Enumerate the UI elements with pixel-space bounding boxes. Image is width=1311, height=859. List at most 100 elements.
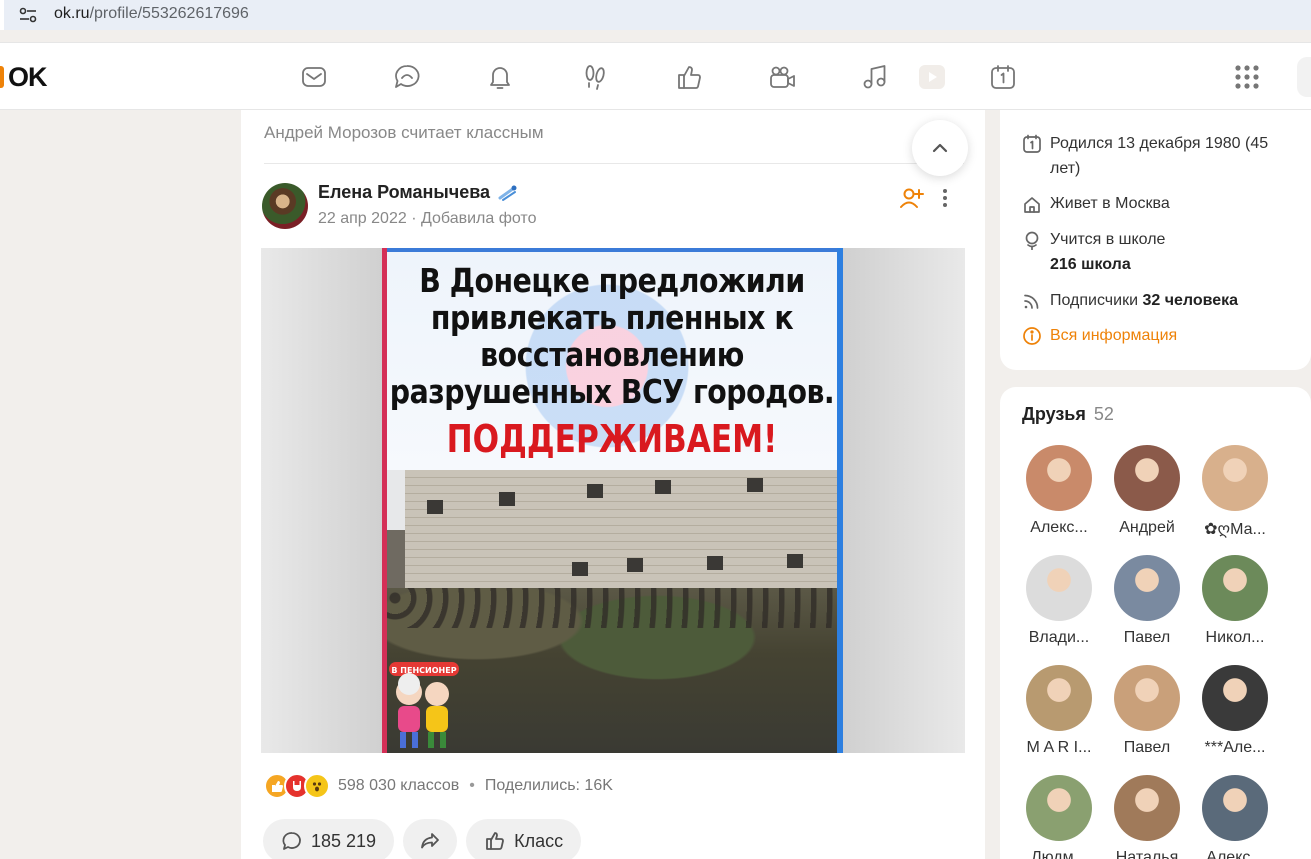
friend-item[interactable]: Никол... bbox=[1195, 555, 1275, 647]
friends-header[interactable]: Друзья 52 bbox=[1022, 404, 1114, 425]
friend-avatar[interactable] bbox=[1202, 555, 1268, 621]
logo-mark bbox=[0, 66, 4, 88]
photo-building-wall bbox=[405, 470, 837, 605]
post-photo-container[interactable]: В Донецке предложили привлекать пленных … bbox=[261, 248, 965, 753]
reaction-separator: • bbox=[469, 777, 475, 794]
friends-card: Друзья 52 Алекс... Андрей ✿ღМа... Влади... Па… bbox=[1000, 387, 1311, 859]
friend-item[interactable]: Алекс... bbox=[1195, 775, 1275, 859]
friend-avatar[interactable] bbox=[1026, 445, 1092, 511]
shares-count[interactable]: Поделились: 16K bbox=[485, 777, 613, 795]
video-camera-icon[interactable] bbox=[764, 59, 800, 95]
friend-name[interactable]: Людм... bbox=[1019, 849, 1099, 859]
like-button[interactable]: Класс bbox=[466, 819, 582, 859]
ok-logo[interactable]: OK bbox=[0, 57, 47, 97]
footprints-icon[interactable] bbox=[577, 59, 613, 95]
friend-name[interactable]: Влади... bbox=[1019, 629, 1099, 647]
reactions-count[interactable]: 598 030 классов bbox=[338, 777, 459, 795]
comment-icon bbox=[282, 832, 301, 850]
apps-grid-icon[interactable] bbox=[1229, 59, 1265, 95]
friend-name[interactable]: M A R I... bbox=[1019, 739, 1099, 757]
thumb-up-icon bbox=[486, 832, 504, 850]
url-host: ok.ru bbox=[54, 5, 90, 22]
post-action: Добавила фото bbox=[420, 210, 537, 227]
url-text[interactable]: ok.ru/profile/553262617696 bbox=[54, 5, 249, 23]
post-photo[interactable]: В Донецке предложили привлекать пленных … bbox=[382, 248, 843, 753]
city-row: Живет в Москва bbox=[1022, 191, 1170, 216]
photo-claim-text: ПОДДЕРЖИВАЕМ! bbox=[446, 417, 778, 461]
birthday-text: Родился 13 декабря 1980 (45 лет) bbox=[1050, 135, 1269, 177]
friend-avatar[interactable] bbox=[1114, 555, 1180, 621]
share-button[interactable] bbox=[403, 819, 458, 859]
photo-window bbox=[627, 558, 643, 572]
scroll-to-top-button[interactable] bbox=[912, 120, 968, 176]
friend-name[interactable]: Алекс... bbox=[1019, 519, 1099, 537]
site-settings-icon[interactable] bbox=[18, 6, 38, 24]
friend-avatar[interactable] bbox=[1202, 665, 1268, 731]
friend-avatar[interactable] bbox=[1202, 775, 1268, 841]
chevron-up-icon bbox=[932, 143, 948, 153]
birthday-row: Родился 13 декабря 1980 (45 лет) bbox=[1022, 131, 1292, 181]
logo-text: OK bbox=[8, 61, 47, 92]
photo-window bbox=[787, 554, 803, 568]
friend-item[interactable]: M A R I... bbox=[1019, 665, 1099, 757]
header-user-area[interactable] bbox=[1297, 57, 1311, 97]
friend-avatar[interactable] bbox=[1114, 775, 1180, 841]
calendar-icon[interactable] bbox=[985, 59, 1021, 95]
rss-icon bbox=[1024, 294, 1039, 309]
mail-icon[interactable] bbox=[296, 59, 332, 95]
home-icon bbox=[1024, 197, 1040, 213]
friend-name[interactable]: Алекс... bbox=[1195, 849, 1275, 859]
friend-name[interactable]: ✿ღМа... bbox=[1195, 519, 1275, 539]
like-icon[interactable] bbox=[671, 59, 707, 95]
friend-name[interactable]: Наталья bbox=[1107, 849, 1187, 859]
city-name[interactable]: Москва bbox=[1115, 195, 1170, 212]
post-meta: 22 апр 2022 · Добавила фото bbox=[318, 210, 536, 228]
all-info-link[interactable]: Вся информация bbox=[1022, 323, 1177, 348]
friend-item[interactable]: Наталья bbox=[1107, 775, 1187, 859]
post-reactions[interactable]: 598 030 классов • Поделились: 16K bbox=[264, 770, 613, 802]
friend-name[interactable]: Андрей bbox=[1107, 519, 1187, 537]
friend-name[interactable]: ***Але... bbox=[1195, 739, 1275, 757]
address-pill[interactable]: ok.ru/profile/553262617696 bbox=[4, 0, 1311, 30]
post-more-menu-icon[interactable] bbox=[936, 186, 954, 210]
author-avatar[interactable] bbox=[262, 183, 308, 229]
post-date[interactable]: 22 апр 2022 bbox=[318, 210, 407, 227]
friend-avatar[interactable] bbox=[1026, 775, 1092, 841]
video-play-icon[interactable] bbox=[914, 59, 950, 95]
school-name[interactable]: 216 школа bbox=[1050, 256, 1131, 273]
friend-item[interactable]: Андрей bbox=[1107, 445, 1187, 537]
photo-window bbox=[747, 478, 763, 492]
friend-item[interactable]: ***Але... bbox=[1195, 665, 1275, 757]
post-author[interactable]: Елена Романычева bbox=[318, 182, 518, 203]
subscribers-row[interactable]: Подписчики 32 человека bbox=[1022, 288, 1238, 313]
friend-name[interactable]: Павел bbox=[1107, 629, 1187, 647]
friend-item[interactable]: Алекс... bbox=[1019, 445, 1099, 537]
subscribers-count: 32 человека bbox=[1142, 292, 1239, 309]
friend-item[interactable]: Влади... bbox=[1019, 555, 1099, 647]
chat-icon[interactable] bbox=[389, 59, 425, 95]
photo-window bbox=[572, 562, 588, 576]
photo-window bbox=[655, 480, 671, 494]
friend-item[interactable]: Людм... bbox=[1019, 775, 1099, 859]
photo-crowd-image: В ПЕНСИОНЕР bbox=[387, 470, 837, 753]
feed-divider bbox=[264, 163, 964, 164]
friend-avatar[interactable] bbox=[1114, 445, 1180, 511]
friend-item[interactable]: Павел bbox=[1107, 555, 1187, 647]
bell-icon[interactable] bbox=[482, 59, 518, 95]
share-icon bbox=[421, 833, 439, 849]
add-friend-icon[interactable] bbox=[899, 186, 925, 210]
friend-avatar[interactable] bbox=[1202, 445, 1268, 511]
friend-avatar[interactable] bbox=[1026, 665, 1092, 731]
comments-button[interactable]: 185 219 bbox=[263, 819, 395, 859]
school-row: Учится в школе 216 школа bbox=[1022, 227, 1165, 277]
friends-count: 52 bbox=[1093, 404, 1114, 424]
friend-item[interactable]: ✿ღМа... bbox=[1195, 445, 1275, 539]
friend-name[interactable]: Никол... bbox=[1195, 629, 1275, 647]
photo-window bbox=[707, 556, 723, 570]
friend-avatar[interactable] bbox=[1026, 555, 1092, 621]
friend-name[interactable]: Павел bbox=[1107, 739, 1187, 757]
friend-item[interactable]: Павел bbox=[1107, 665, 1187, 757]
comments-count: 185 219 bbox=[311, 830, 377, 851]
music-icon[interactable] bbox=[857, 59, 893, 95]
friend-avatar[interactable] bbox=[1114, 665, 1180, 731]
